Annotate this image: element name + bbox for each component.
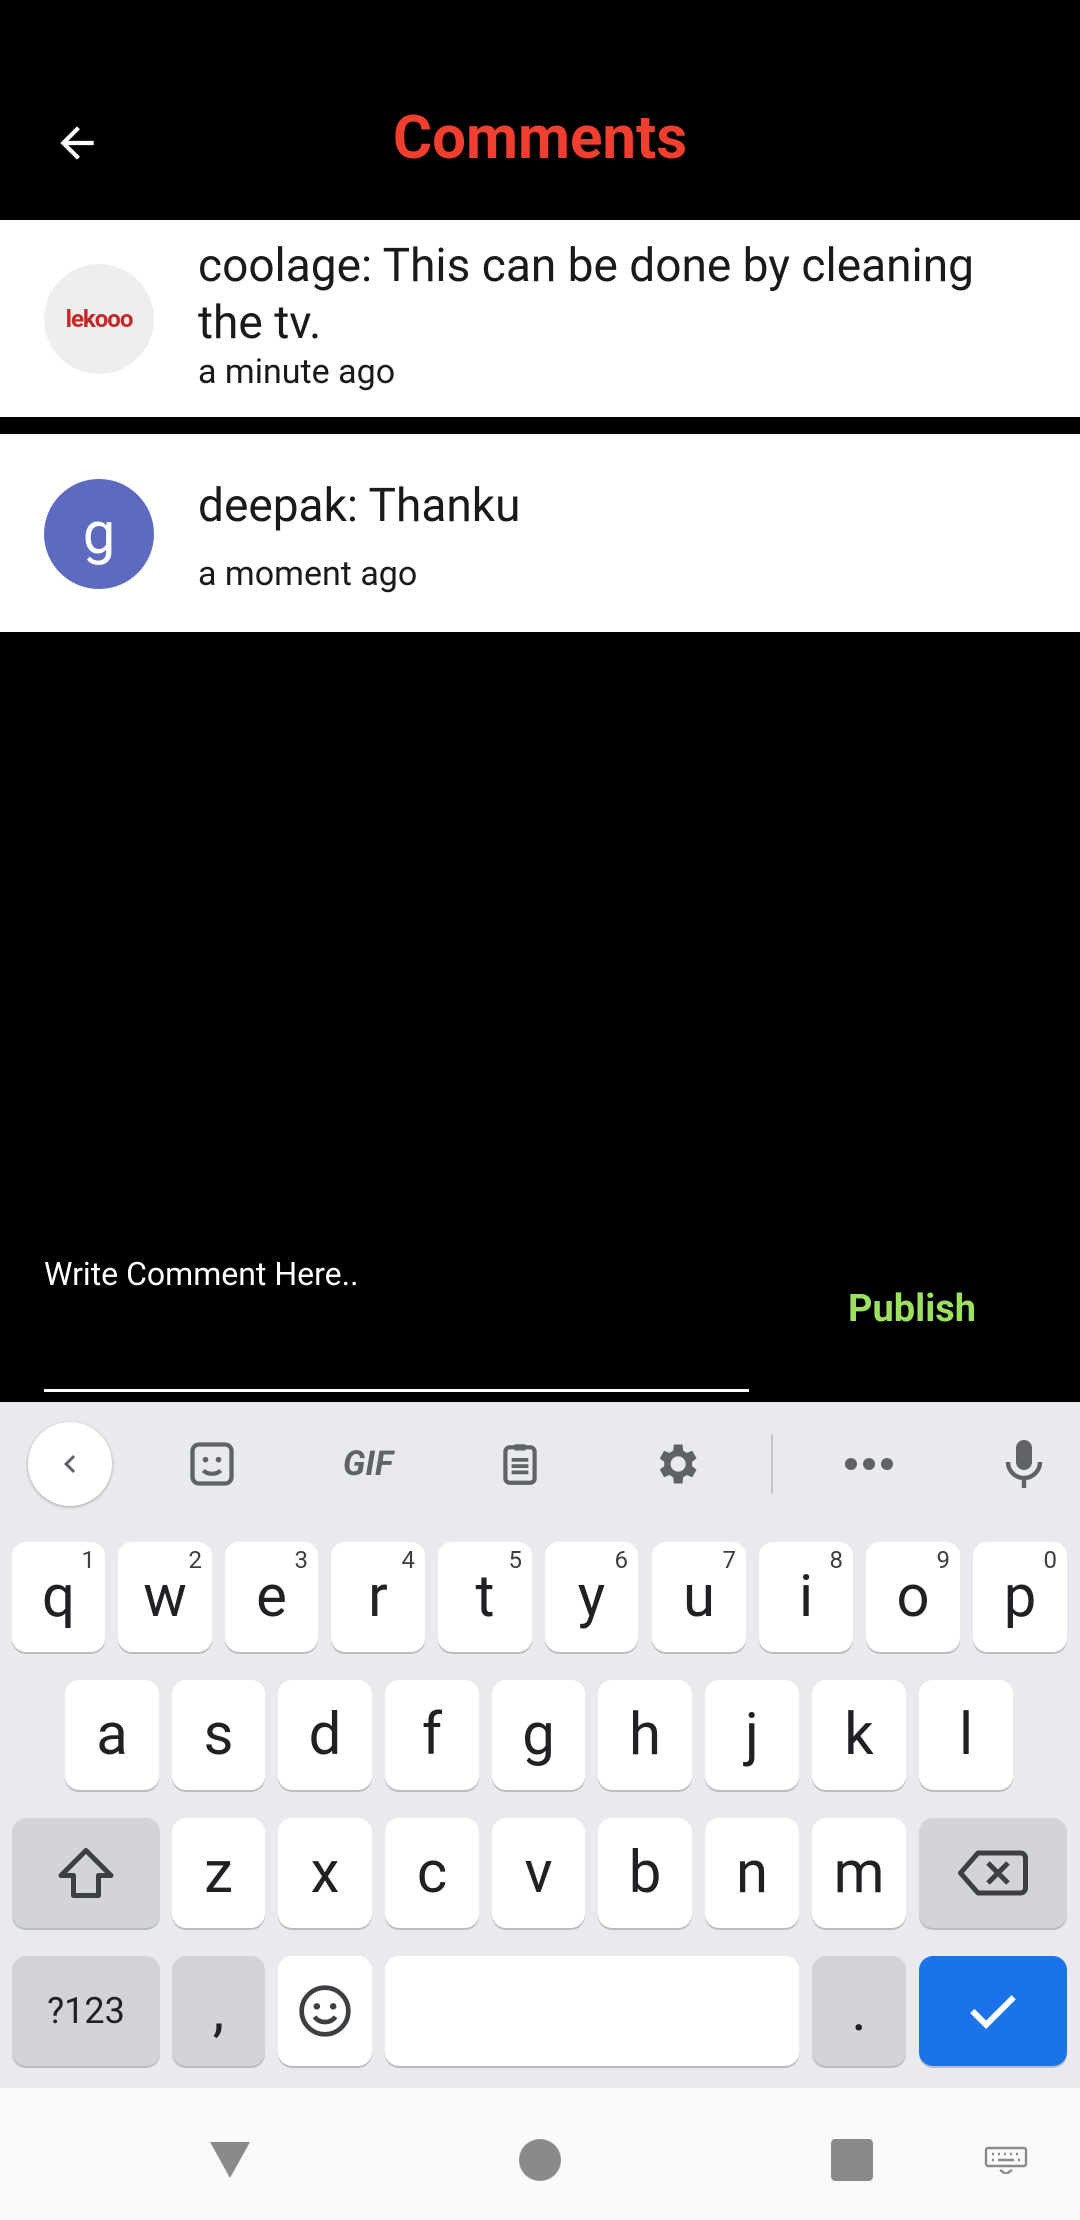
sticker-icon[interactable] [170, 1422, 254, 1506]
input-underline [44, 1389, 749, 1392]
comment-input[interactable]: Write Comment Here.. [44, 1255, 359, 1293]
enter-key[interactable] [919, 1956, 1067, 2066]
avatar-letter: g [82, 500, 116, 568]
key-e[interactable]: e3 [225, 1542, 318, 1652]
shift-icon [58, 1848, 114, 1898]
key-c[interactable]: c [385, 1818, 479, 1928]
key-l[interactable]: l [919, 1680, 1013, 1790]
key-o[interactable]: o9 [866, 1542, 960, 1652]
back-nav-icon[interactable] [200, 2130, 260, 2190]
clipboard-icon[interactable] [478, 1422, 562, 1506]
keyboard: GIF q1 w2 e3 r4 t5 y6 u7 i8 o9 p0 a s d … [0, 1402, 1080, 2088]
key-k[interactable]: k [812, 1680, 906, 1790]
app-bar: Comments [0, 0, 1080, 220]
key-d[interactable]: d [278, 1680, 372, 1790]
key-h[interactable]: h [598, 1680, 692, 1790]
key-t[interactable]: t5 [438, 1542, 532, 1652]
mic-icon[interactable] [982, 1422, 1066, 1506]
key-j[interactable]: j [705, 1680, 799, 1790]
check-icon [970, 1995, 1016, 2030]
comment-time: a minute ago [198, 352, 396, 392]
comment-text: coolage: This can be done by cleaning th… [198, 239, 974, 350]
keyboard-switch-icon[interactable] [980, 2130, 1032, 2190]
page-title: Comments [392, 102, 688, 173]
key-w[interactable]: w2 [118, 1542, 212, 1652]
avatar-logo: lekooo [65, 305, 134, 333]
comma-key[interactable]: , [172, 1956, 265, 2066]
key-q[interactable]: q1 [12, 1542, 105, 1652]
navigation-bar [0, 2088, 1080, 2220]
key-i[interactable]: i8 [759, 1542, 853, 1652]
key-n[interactable]: n [705, 1818, 799, 1928]
key-m[interactable]: m [812, 1818, 906, 1928]
toolbar-divider [771, 1434, 773, 1494]
key-u[interactable]: u7 [652, 1542, 746, 1652]
key-p[interactable]: p0 [973, 1542, 1067, 1652]
key-v[interactable]: v [492, 1818, 585, 1928]
backspace-icon [958, 1850, 1028, 1896]
recents-nav-icon[interactable] [826, 2130, 878, 2190]
comment-text: deepak: Thanku [198, 479, 521, 533]
emoji-key[interactable] [278, 1956, 372, 2066]
comment-item: lekooo coolage: This can be done by clea… [0, 220, 1080, 417]
symbols-key[interactable]: ?123 [12, 1956, 160, 2066]
gif-icon[interactable]: GIF [318, 1422, 418, 1506]
key-a[interactable]: a [65, 1680, 159, 1790]
key-g[interactable]: g [492, 1680, 585, 1790]
backspace-key[interactable] [919, 1818, 1067, 1928]
collapse-icon[interactable] [28, 1422, 112, 1506]
key-x[interactable]: x [278, 1818, 372, 1928]
gear-icon[interactable] [634, 1422, 718, 1506]
key-r[interactable]: r4 [331, 1542, 425, 1652]
key-b[interactable]: b [598, 1818, 692, 1928]
avatar: lekooo [44, 264, 154, 374]
comment-time: a moment ago [198, 554, 418, 594]
period-key[interactable]: . [812, 1956, 906, 2066]
publish-button[interactable]: Publish [848, 1287, 976, 1331]
emoji-icon [299, 1985, 351, 2037]
home-nav-icon[interactable] [514, 2130, 566, 2190]
key-f[interactable]: f [385, 1680, 479, 1790]
space-key[interactable] [385, 1956, 799, 2066]
shift-key[interactable] [12, 1818, 160, 1928]
avatar: g [44, 479, 154, 589]
key-y[interactable]: y6 [545, 1542, 638, 1652]
key-s[interactable]: s [172, 1680, 265, 1790]
comment-item: g deepak: Thanku a moment ago [0, 434, 1080, 632]
more-icon[interactable] [827, 1422, 911, 1506]
key-z[interactable]: z [172, 1818, 265, 1928]
